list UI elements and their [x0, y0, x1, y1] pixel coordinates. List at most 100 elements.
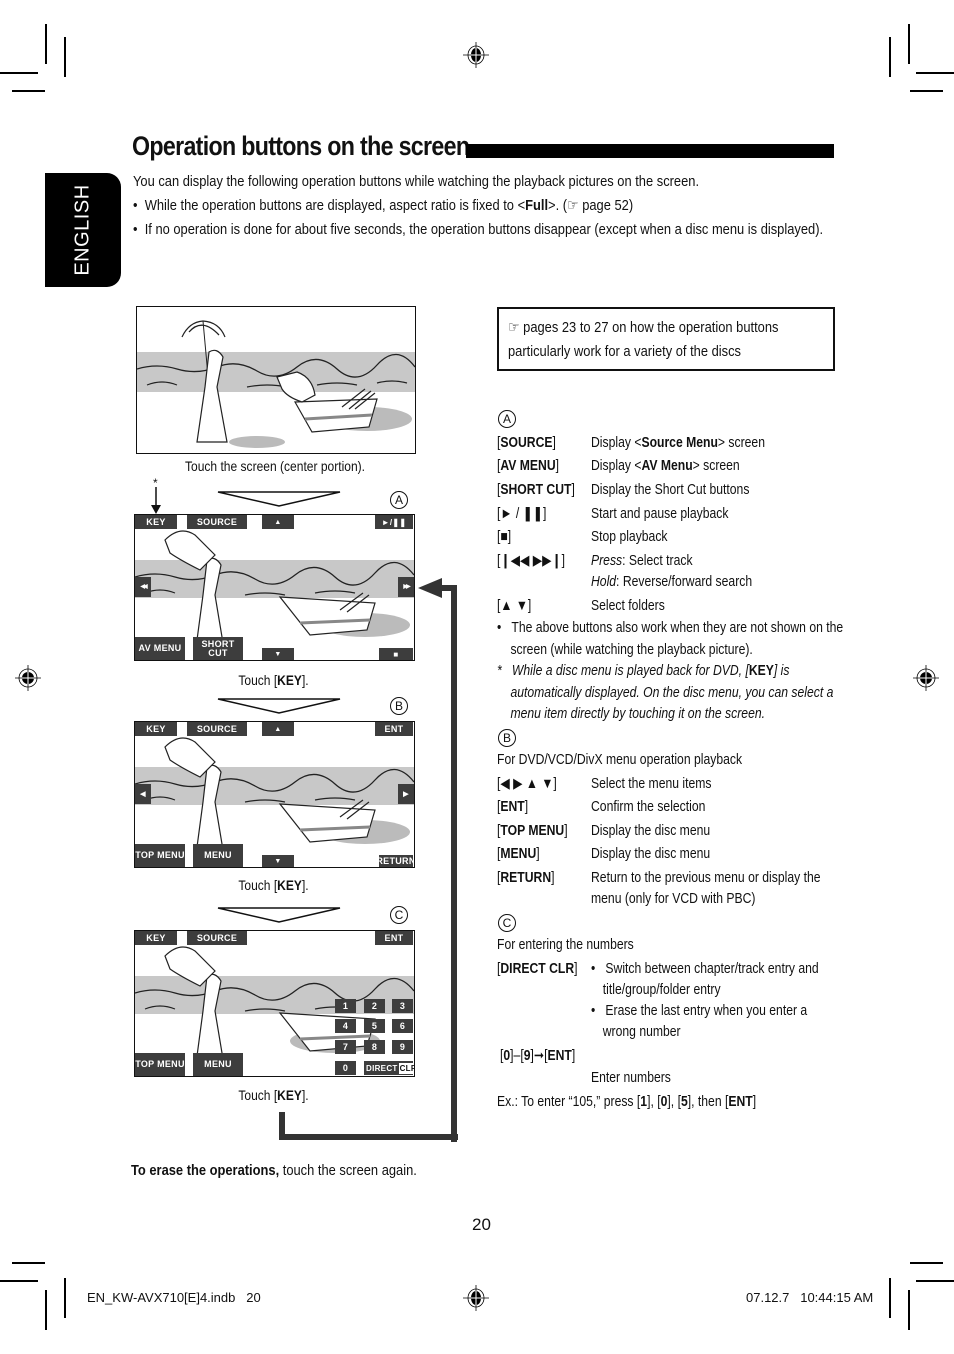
reference-text: ☞ pages 23 to 27 on how the operation bu… — [508, 319, 779, 360]
section-a-marker: A — [498, 410, 516, 428]
keypad-button[interactable]: 1 — [335, 999, 356, 1013]
key-description: • Switch between chapter/track entry and… — [591, 961, 819, 1040]
key-description: Display the disc menu — [591, 823, 711, 839]
screen-c: KEY SOURCE ENT TOP MENU MENU 1 2 3 4 5 6… — [134, 930, 415, 1077]
key-label: [SOURCE] — [497, 435, 556, 451]
key-label: [❙◀◀ ▶▶❙] — [497, 553, 566, 569]
intro-bullet: • If no operation is done for about five… — [133, 221, 824, 238]
section-c-marker: C — [498, 914, 516, 932]
crop-mark — [12, 1262, 45, 1264]
erase-instruction: To erase the operations, touch the scree… — [131, 1162, 417, 1179]
crop-mark — [916, 72, 954, 74]
page-title: Operation buttons on the screen — [132, 131, 470, 161]
section-c-heading: For entering the numbers — [497, 937, 634, 953]
footer-file-name: EN_KW-AVX710[E]4.indb 20 — [87, 1290, 261, 1305]
ent-button[interactable]: ENT — [375, 931, 413, 945]
crop-mark — [889, 1278, 891, 1318]
registration-mark-icon — [463, 42, 489, 68]
source-button[interactable]: SOURCE — [187, 515, 247, 529]
crop-mark — [916, 1280, 954, 1282]
flow-arrow-icon — [217, 698, 341, 714]
return-button[interactable]: RETURN — [376, 855, 414, 867]
intro-text: You can display the following operation … — [133, 170, 838, 242]
key-description: Start and pause playback — [591, 506, 729, 522]
key-description: Select the menu items — [591, 776, 712, 792]
direct-clr-button[interactable]: DIRECTCLR — [364, 1061, 414, 1075]
crop-mark — [0, 72, 38, 74]
playback-screen[interactable] — [136, 306, 416, 454]
menu-button[interactable]: MENU — [193, 844, 243, 867]
av-menu-button[interactable]: AV MENU — [135, 637, 185, 660]
ent-button[interactable]: ENT — [375, 722, 413, 736]
key-label: [TOP MENU] — [497, 823, 568, 839]
registration-mark-icon — [913, 665, 939, 691]
key-description: Confirm the selection — [591, 799, 706, 815]
keypad-button[interactable]: 3 — [392, 999, 413, 1013]
crop-mark — [908, 1290, 910, 1330]
previous-track-button[interactable]: ◀◀ — [135, 577, 151, 597]
title-bar-decoration — [466, 144, 834, 158]
source-button[interactable]: SOURCE — [187, 931, 247, 945]
top-menu-button[interactable]: TOP MENU — [135, 1053, 185, 1076]
key-label: [◀ ▶ ▲ ▼] — [497, 776, 557, 792]
key-description: Return to the previous menu or display t… — [591, 870, 821, 907]
marker-a: A — [390, 491, 408, 509]
menu-button[interactable]: MENU — [193, 1053, 243, 1076]
crop-mark — [64, 37, 66, 77]
key-label: [MENU] — [497, 846, 540, 862]
keypad-button[interactable]: 4 — [335, 1019, 356, 1033]
crop-mark — [45, 24, 47, 64]
intro-bullet: • While the operation buttons are displa… — [133, 197, 634, 214]
key-button[interactable]: KEY — [135, 722, 177, 736]
stop-button[interactable]: ■ — [379, 648, 413, 660]
key-description: Enter numbers — [591, 1070, 671, 1086]
key-button[interactable]: KEY — [135, 515, 177, 529]
step-caption: Touch [KEY]. — [238, 672, 309, 688]
key-label: [■] — [497, 529, 512, 545]
loop-back-arrow-icon — [418, 578, 457, 1142]
menu-right-button[interactable]: ▶ — [398, 784, 414, 804]
step-caption: Touch [KEY]. — [238, 877, 309, 893]
top-menu-button[interactable]: TOP MENU — [135, 844, 185, 867]
step-caption: Touch the screen (center portion). — [184, 458, 366, 474]
key-description: Display the disc menu — [591, 846, 711, 862]
section-b-heading: For DVD/VCD/DivX menu operation playback — [497, 752, 743, 768]
key-label: [► / ❚❚] — [497, 506, 547, 522]
menu-down-button[interactable]: ▼ — [262, 855, 294, 867]
playback-scene-illustration — [137, 320, 415, 448]
menu-left-button[interactable]: ◀ — [135, 784, 151, 804]
crop-mark — [910, 1262, 943, 1264]
keypad-button[interactable]: 5 — [364, 1019, 385, 1033]
example-text: Ex.: To enter “105,” press [1], [0], [5]… — [497, 1094, 757, 1110]
keypad-button[interactable]: 9 — [392, 1040, 413, 1054]
source-button[interactable]: SOURCE — [187, 722, 247, 736]
keypad-button[interactable]: 6 — [392, 1019, 413, 1033]
key-label: [AV MENU] — [497, 458, 560, 474]
keypad-button[interactable]: 8 — [364, 1040, 385, 1054]
keypad-button[interactable]: 7 — [335, 1040, 356, 1054]
crop-mark — [889, 37, 891, 77]
keypad-button[interactable]: 0 — [335, 1061, 356, 1075]
key-description: Press: Select track Hold: Reverse/forward… — [591, 553, 753, 590]
crop-mark — [45, 1290, 47, 1330]
short-cut-button[interactable]: SHORT CUT — [193, 637, 243, 660]
screen-b: KEY SOURCE ▲ ENT ◀ ▶ TOP MENU MENU ▼ RET… — [134, 721, 415, 868]
play-pause-button[interactable]: ►/❚❚ — [375, 515, 413, 529]
menu-up-button[interactable]: ▲ — [262, 722, 294, 736]
section-a-footnote: * While a disc menu is played back for D… — [497, 663, 834, 722]
pointer-arrow-icon — [151, 487, 161, 514]
screen-a: KEY SOURCE ▲ ►/❚❚ ◀◀ ▶▶ AV MENU SHORT CU… — [134, 514, 415, 661]
marker-b: B — [390, 697, 408, 715]
crop-mark — [908, 24, 910, 64]
arrow-right-icon: ➞ — [533, 1048, 545, 1064]
crop-mark — [12, 90, 45, 92]
key-label: [▲ ▼] — [497, 598, 532, 614]
folder-up-button[interactable]: ▲ — [262, 515, 294, 529]
key-description: Select folders — [591, 598, 665, 614]
key-label: [0]–[9]➞[ENT] — [500, 1048, 576, 1064]
key-button[interactable]: KEY — [135, 931, 177, 945]
folder-down-button[interactable]: ▼ — [262, 648, 294, 660]
next-track-button[interactable]: ▶▶ — [398, 577, 414, 597]
key-label: [DIRECT CLR] — [497, 961, 578, 977]
keypad-button[interactable]: 2 — [364, 999, 385, 1013]
